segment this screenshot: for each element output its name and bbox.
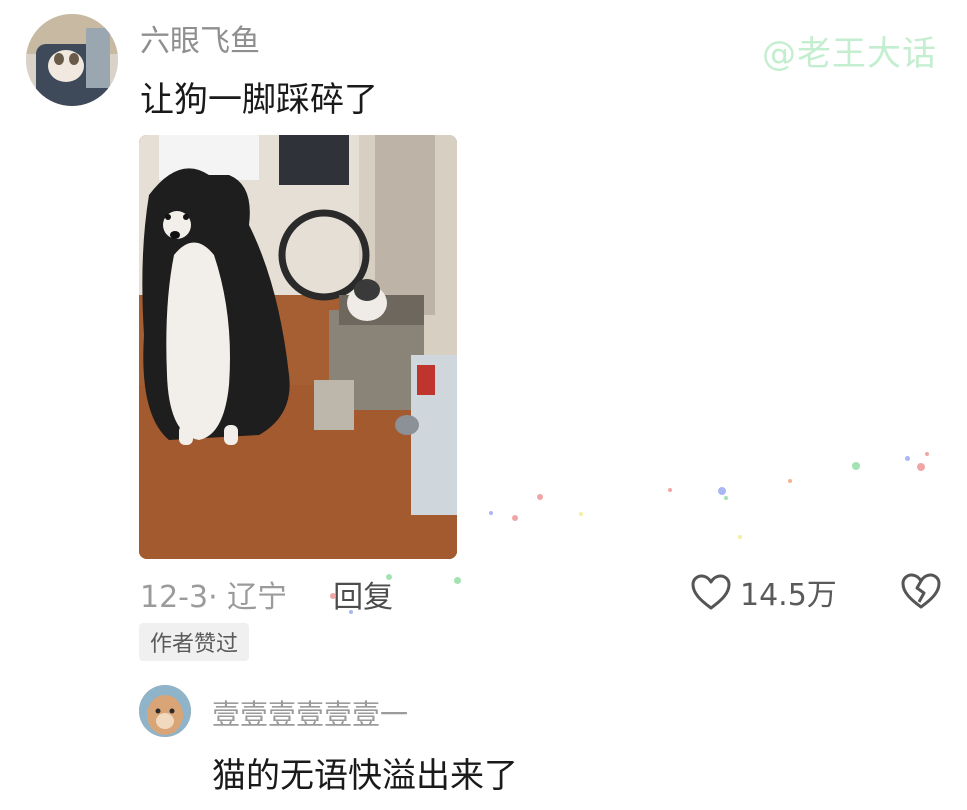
avatar[interactable] xyxy=(26,14,118,106)
reply-username[interactable]: 壹壹壹壹壹壹一 xyxy=(212,693,408,733)
confetti-dot xyxy=(512,515,518,521)
confetti-dot xyxy=(925,452,929,456)
confetti-dot xyxy=(330,593,336,599)
heart-icon xyxy=(691,574,731,610)
confetti-dot xyxy=(738,535,742,539)
reply-avatar[interactable] xyxy=(139,685,191,737)
confetti-dot xyxy=(917,463,925,471)
confetti-dot xyxy=(579,512,583,516)
confetti-dot xyxy=(489,511,493,515)
confetti-dot xyxy=(718,487,726,495)
confetti-dot xyxy=(788,479,792,483)
confetti-dot xyxy=(537,494,543,500)
dislike-button[interactable] xyxy=(900,572,942,614)
comment-text: 让狗一脚踩碎了 xyxy=(140,80,378,120)
reply-text: 猫的无语快溢出来了 xyxy=(212,756,518,796)
like-count: 14.5万 xyxy=(740,578,837,613)
comment-date-location: 12-3· 辽宁 xyxy=(140,580,288,615)
comment-meta: 12-3· 辽宁 回复 xyxy=(140,572,393,616)
confetti-dot xyxy=(905,456,910,461)
confetti-dot xyxy=(454,577,461,584)
reply-button[interactable]: 回复 xyxy=(333,572,393,616)
comment-photo[interactable] xyxy=(139,135,457,559)
confetti-dot xyxy=(852,462,860,470)
confetti-dot xyxy=(668,488,672,492)
confetti-dot xyxy=(386,574,392,580)
broken-heart-icon xyxy=(901,573,941,609)
confetti-dot xyxy=(349,610,353,614)
author-liked-badge: 作者赞过 xyxy=(139,623,250,661)
confetti-dot xyxy=(724,496,728,500)
comment-username[interactable]: 六眼飞鱼 xyxy=(140,16,260,60)
watermark: @老王大话 xyxy=(762,34,937,74)
like-button[interactable]: 14.5万 xyxy=(690,570,837,614)
